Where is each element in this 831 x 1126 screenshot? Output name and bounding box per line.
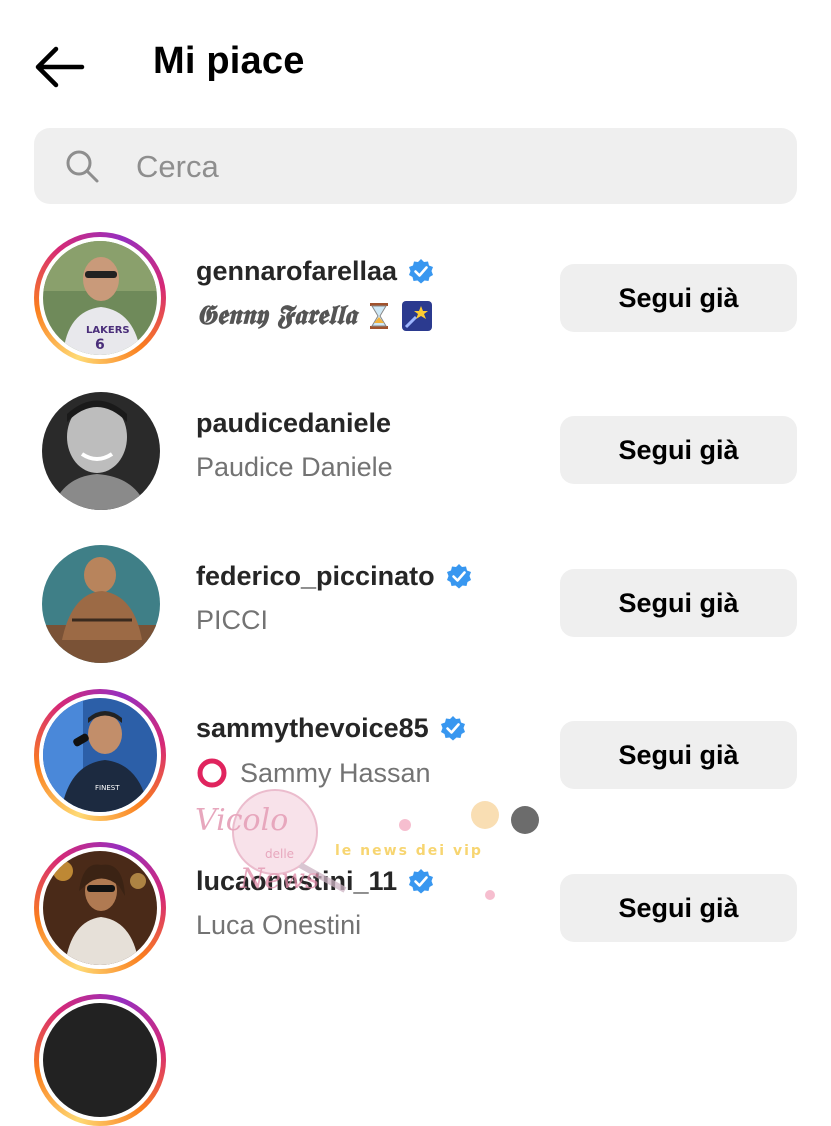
username[interactable]: paudicedaniele bbox=[196, 408, 391, 439]
user-row[interactable]: federico_piccinato PICCI Segui già bbox=[0, 537, 831, 687]
hourglass-emoji-icon bbox=[370, 303, 389, 329]
red-circle-emoji-icon bbox=[197, 758, 227, 788]
back-button[interactable] bbox=[30, 42, 90, 92]
verified-badge-icon bbox=[409, 868, 434, 893]
username[interactable]: gennarofarellaa bbox=[196, 256, 435, 287]
fullname: 𝕲𝖊𝖓𝖓𝖞 𝕱𝖆𝖗𝖊𝖑𝖑𝖆 bbox=[196, 300, 433, 332]
avatar bbox=[43, 1003, 157, 1117]
avatar-story-ring[interactable] bbox=[34, 842, 166, 974]
avatar bbox=[43, 851, 157, 965]
search-icon bbox=[66, 150, 99, 183]
svg-text:FINEST: FINEST bbox=[95, 784, 120, 792]
user-row-partial[interactable] bbox=[0, 994, 831, 1126]
following-button[interactable]: Segui già bbox=[560, 721, 797, 789]
fullname: Paudice Daniele bbox=[196, 452, 393, 482]
search-bar[interactable] bbox=[34, 128, 797, 204]
avatar-story-ring[interactable]: LAKERS 6 bbox=[34, 232, 166, 364]
avatar-story-ring[interactable]: FINEST bbox=[34, 689, 166, 821]
avatar-wrap[interactable] bbox=[34, 384, 166, 516]
user-row[interactable]: FINEST sammythevoice85 Sammy Hassan Segu… bbox=[0, 689, 831, 839]
fullname: PICCI bbox=[196, 605, 269, 635]
avatar-wrap[interactable] bbox=[34, 537, 166, 669]
following-button[interactable]: Segui già bbox=[560, 264, 797, 332]
avatar bbox=[42, 392, 160, 510]
avatar: FINEST bbox=[43, 698, 157, 812]
username[interactable]: sammythevoice85 bbox=[196, 713, 467, 744]
username[interactable]: federico_piccinato bbox=[196, 561, 473, 592]
svg-text:6: 6 bbox=[95, 337, 105, 353]
following-button[interactable]: Segui già bbox=[560, 416, 797, 484]
fullname: Luca Onestini bbox=[196, 910, 362, 940]
svg-text:LAKERS: LAKERS bbox=[86, 325, 130, 336]
username[interactable]: lucaonestini_11 bbox=[196, 866, 435, 897]
verified-badge-icon bbox=[440, 715, 465, 740]
following-button[interactable]: Segui già bbox=[560, 569, 797, 637]
fullname: Sammy Hassan bbox=[196, 757, 431, 789]
user-row[interactable]: lucaonestini_11 Luca Onestini Segui già bbox=[0, 842, 831, 992]
avatar: LAKERS 6 bbox=[43, 241, 157, 355]
verified-badge-icon bbox=[446, 563, 471, 588]
header: Mi piace bbox=[0, 0, 831, 128]
avatar-story-ring[interactable] bbox=[34, 994, 166, 1126]
user-row[interactable]: paudicedaniele Paudice Daniele Segui già bbox=[0, 384, 831, 534]
avatar bbox=[42, 545, 160, 663]
following-button[interactable]: Segui già bbox=[560, 874, 797, 942]
verified-badge-icon bbox=[409, 258, 434, 283]
user-row[interactable]: LAKERS 6 gennarofarellaa 𝕲𝖊𝖓𝖓𝖞 𝕱𝖆𝖗𝖊𝖑𝖑𝖆 S… bbox=[0, 232, 831, 382]
search-input[interactable] bbox=[134, 142, 738, 192]
shooting-star-emoji-icon bbox=[402, 301, 433, 331]
page-title: Mi piace bbox=[153, 40, 305, 82]
arrow-left-icon bbox=[35, 46, 85, 88]
